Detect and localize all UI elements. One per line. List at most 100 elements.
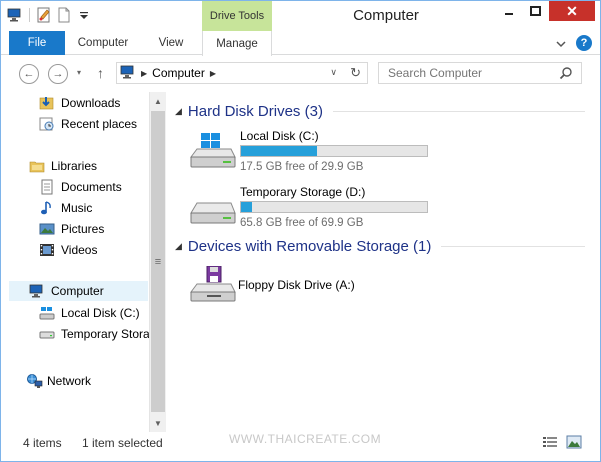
back-button[interactable]: ← bbox=[19, 64, 39, 84]
maximize-icon bbox=[530, 6, 541, 16]
scroll-up-icon[interactable]: ▲ bbox=[150, 93, 166, 109]
address-dropdown-icon[interactable]: ∨ bbox=[330, 67, 337, 78]
large-icons-view-icon[interactable] bbox=[566, 435, 582, 452]
nav-item-label: Documents bbox=[61, 180, 122, 194]
nav-item-downloads[interactable]: Downloads bbox=[39, 93, 120, 113]
collapse-icon: ◢ bbox=[175, 105, 182, 116]
nav-item-label: Videos bbox=[61, 243, 98, 257]
navigation-pane-scrollbar[interactable]: ▲ ≡ ▼ bbox=[149, 92, 166, 432]
address-bar[interactable]: ▶ Computer ▶ ∨ ↻ bbox=[116, 62, 368, 84]
computer-small-icon bbox=[120, 65, 136, 82]
new-folder-icon[interactable] bbox=[56, 7, 72, 23]
tab-computer[interactable]: Computer bbox=[65, 31, 141, 55]
capacity-bar bbox=[240, 201, 428, 213]
nav-item-pictures[interactable]: Pictures bbox=[39, 219, 104, 239]
ribbon-tabs: File Computer View Manage ? bbox=[1, 31, 600, 56]
search-input[interactable] bbox=[388, 66, 558, 80]
drive-tools-contextual-label: Drive Tools bbox=[202, 1, 272, 31]
recent-places-icon bbox=[39, 116, 55, 132]
search-icon[interactable] bbox=[559, 66, 573, 83]
nav-item-label: Temporary Stora bbox=[61, 327, 149, 341]
capacity-fill bbox=[241, 146, 318, 156]
window-title: Computer bbox=[353, 7, 419, 24]
nav-item-libraries[interactable]: Libraries bbox=[29, 156, 97, 176]
computer-window-icon[interactable] bbox=[7, 7, 23, 23]
breadcrumb-separator-icon[interactable]: ▶ bbox=[210, 69, 216, 78]
customize-qat-icon[interactable] bbox=[76, 7, 92, 23]
back-arrow-icon: ← bbox=[23, 68, 35, 80]
group-header-hard-disk-drives[interactable]: ◢ Hard Disk Drives (3) bbox=[175, 100, 585, 122]
properties-icon[interactable] bbox=[36, 7, 52, 23]
free-space-text: 17.5 GB free of 29.9 GB bbox=[240, 161, 364, 173]
group-header-removable-storage[interactable]: ◢ Devices with Removable Storage (1) bbox=[175, 235, 585, 257]
refresh-icon[interactable]: ↻ bbox=[350, 65, 361, 81]
close-icon: ✕ bbox=[566, 2, 578, 19]
breadcrumb-computer[interactable]: Computer bbox=[152, 66, 205, 80]
nav-item-network[interactable]: Network bbox=[27, 371, 91, 391]
explorer-window: Drive Tools Computer ✕ File Computer Vie… bbox=[0, 0, 601, 462]
group-divider bbox=[441, 245, 585, 247]
local-disk-icon bbox=[39, 305, 55, 321]
nav-item-documents[interactable]: Documents bbox=[39, 177, 122, 197]
nav-item-label: Local Disk (C:) bbox=[61, 306, 140, 320]
item-count: 4 items bbox=[23, 436, 62, 450]
nav-item-label: Libraries bbox=[51, 159, 98, 173]
nav-item-music[interactable]: Music bbox=[39, 198, 92, 218]
close-button[interactable]: ✕ bbox=[549, 1, 595, 21]
nav-item-label: Network bbox=[47, 374, 92, 388]
minimize-button[interactable] bbox=[495, 1, 522, 21]
nav-item-recent-places[interactable]: Recent places bbox=[39, 114, 137, 134]
nav-item-label: Downloads bbox=[61, 96, 121, 110]
floppy-drive-icon bbox=[187, 265, 237, 306]
up-arrow-icon[interactable]: ↑ bbox=[97, 65, 104, 81]
free-space-text: 65.8 GB free of 69.9 GB bbox=[240, 217, 364, 229]
tab-file[interactable]: File bbox=[9, 31, 65, 55]
nav-item-temporary-storage[interactable]: Temporary Stora bbox=[39, 324, 149, 344]
navigation-pane: Downloads Recent places Libraries Docume… bbox=[1, 92, 167, 432]
toolbar-divider bbox=[29, 8, 30, 22]
ribbon-right-controls: ? bbox=[556, 35, 592, 51]
view-switcher bbox=[542, 435, 582, 452]
nav-item-label: Computer bbox=[51, 284, 104, 298]
computer-icon bbox=[29, 283, 45, 299]
help-icon[interactable]: ? bbox=[576, 35, 592, 51]
music-icon bbox=[39, 200, 55, 216]
drive-name: Floppy Disk Drive (A:) bbox=[238, 278, 355, 292]
pictures-icon bbox=[39, 221, 55, 237]
maximize-button[interactable] bbox=[522, 1, 549, 21]
content-pane: ◢ Hard Disk Drives (3) Local Disk (C:) 1… bbox=[167, 92, 600, 432]
scroll-thumb[interactable]: ≡ bbox=[151, 111, 165, 412]
drive-item-temporary-storage-d[interactable]: Temporary Storage (D:) 65.8 GB free of 6… bbox=[187, 185, 437, 231]
navigation-bar: ← → ▾ ↑ ▶ Computer ▶ ∨ ↻ bbox=[1, 56, 600, 92]
selection-count: 1 item selected bbox=[82, 436, 163, 450]
forward-arrow-icon: → bbox=[52, 68, 64, 80]
expand-ribbon-icon[interactable] bbox=[556, 36, 566, 51]
status-bar: 4 items 1 item selected WWW.THAICREATE.C… bbox=[1, 432, 600, 461]
drive-item-floppy-disk-a[interactable]: Floppy Disk Drive (A:) bbox=[187, 265, 437, 306]
downloads-icon bbox=[39, 95, 55, 111]
recent-locations-dropdown-icon[interactable]: ▾ bbox=[77, 68, 81, 77]
documents-icon bbox=[39, 179, 55, 195]
breadcrumb-separator-icon[interactable]: ▶ bbox=[141, 69, 147, 78]
search-box[interactable] bbox=[378, 62, 582, 84]
capacity-fill bbox=[241, 202, 253, 212]
nav-item-label: Music bbox=[61, 201, 93, 215]
nav-item-label: Pictures bbox=[61, 222, 105, 236]
tab-view[interactable]: View bbox=[141, 31, 201, 55]
details-view-icon[interactable] bbox=[542, 435, 558, 452]
group-title: Hard Disk Drives (3) bbox=[187, 102, 323, 120]
drive-name: Local Disk (C:) bbox=[240, 129, 319, 143]
drive-item-local-disk-c[interactable]: Local Disk (C:) 17.5 GB free of 29.9 GB bbox=[187, 129, 437, 175]
quick-access-toolbar bbox=[7, 7, 92, 23]
nav-item-computer[interactable]: Computer bbox=[9, 281, 148, 301]
scroll-down-icon[interactable]: ▼ bbox=[150, 415, 166, 431]
capacity-bar bbox=[240, 145, 428, 157]
drive-name: Temporary Storage (D:) bbox=[240, 185, 366, 199]
nav-item-local-disk[interactable]: Local Disk (C:) bbox=[39, 303, 140, 323]
tab-manage[interactable]: Manage bbox=[202, 31, 272, 56]
watermark: WWW.THAICREATE.COM bbox=[229, 432, 382, 446]
forward-button[interactable]: → bbox=[48, 64, 68, 84]
nav-item-videos[interactable]: Videos bbox=[39, 240, 97, 260]
network-icon bbox=[27, 373, 43, 389]
videos-icon bbox=[39, 242, 55, 258]
